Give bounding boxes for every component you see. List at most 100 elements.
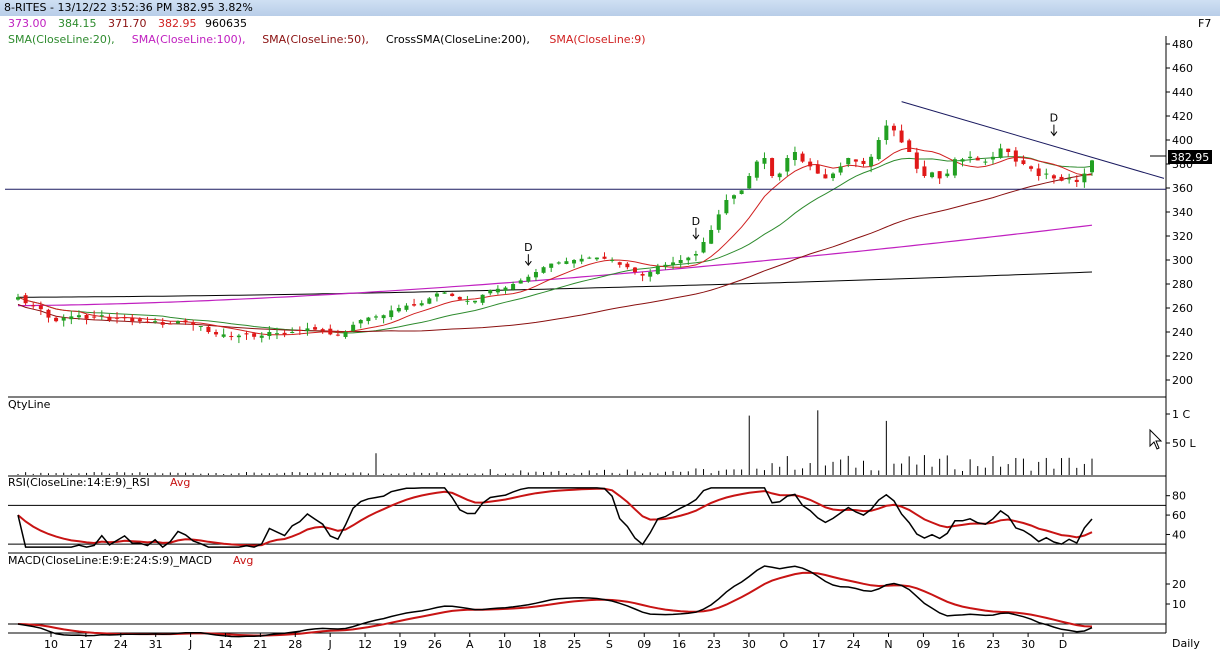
x-tick-label: 18 xyxy=(533,638,547,651)
x-tick-label: 28 xyxy=(288,638,302,651)
candle-body xyxy=(297,329,302,331)
x-tick-label: 23 xyxy=(707,638,721,651)
candle-body xyxy=(770,158,775,176)
candle-body xyxy=(648,272,653,277)
x-tick-label: J xyxy=(328,638,332,651)
candle-body xyxy=(930,172,935,178)
rsi-avg-label: Avg xyxy=(170,476,190,489)
candle-body xyxy=(198,326,203,327)
x-tick-label: 30 xyxy=(1021,638,1035,651)
candle-body xyxy=(31,305,36,307)
candle-body xyxy=(358,320,363,324)
x-tick-label: 23 xyxy=(986,638,1000,651)
candle-body xyxy=(389,310,394,318)
candle-body xyxy=(876,140,881,160)
x-tick-label: 09 xyxy=(637,638,651,651)
candle-body xyxy=(678,260,683,264)
qty-tick-label: 1 C xyxy=(1172,408,1190,421)
candle-body xyxy=(236,335,241,338)
dividend-marker: D xyxy=(524,241,532,254)
candle-body xyxy=(937,171,942,179)
candle-body xyxy=(404,305,409,310)
candle xyxy=(754,160,759,181)
candle-body xyxy=(914,152,919,169)
candle-body xyxy=(556,262,561,264)
candle-body xyxy=(495,288,500,293)
price-tick-label: 420 xyxy=(1172,110,1193,123)
candle-body xyxy=(244,333,249,335)
candle-body xyxy=(686,257,691,261)
candle-body xyxy=(526,276,531,282)
candle-body xyxy=(884,125,889,141)
candle-body xyxy=(1013,150,1018,162)
candle-body xyxy=(640,273,645,276)
candle-body xyxy=(320,329,325,331)
candle-body xyxy=(130,317,135,322)
price-tick-label: 460 xyxy=(1172,62,1193,75)
x-tick-label: 26 xyxy=(428,638,442,651)
candle-body xyxy=(366,317,371,322)
dividend-marker: D xyxy=(1050,112,1058,125)
candle-body xyxy=(907,140,912,152)
candle-body xyxy=(374,316,378,318)
x-tick-label: 24 xyxy=(114,638,128,651)
candle-body xyxy=(602,256,607,259)
x-tick-label: A xyxy=(466,638,474,651)
candle-body xyxy=(549,263,554,268)
candle-body xyxy=(457,296,462,300)
candle-body xyxy=(99,315,104,317)
x-tick-label: 31 xyxy=(149,638,163,651)
x-tick-label: 16 xyxy=(951,638,965,651)
indicator-label: SMA(CloseLine:9) xyxy=(549,33,645,46)
x-tick-label: 17 xyxy=(79,638,93,651)
x-tick-label: 25 xyxy=(567,638,581,651)
x-tick-label: S xyxy=(606,638,613,651)
candle-body xyxy=(137,319,142,322)
x-tick-label: 30 xyxy=(742,638,756,651)
x-tick-label: 10 xyxy=(498,638,512,651)
candle-body xyxy=(214,332,219,335)
rsi-tick-label: 40 xyxy=(1172,528,1186,541)
qty-tick-label: 50 L xyxy=(1172,437,1196,450)
candle-body xyxy=(632,267,637,272)
rsi-tick-label: 80 xyxy=(1172,490,1186,503)
candle-body xyxy=(518,280,523,284)
candle-body xyxy=(23,295,28,304)
ohlc-volume: 960635 xyxy=(205,17,247,30)
candle-body xyxy=(115,317,120,319)
price-tick-label: 200 xyxy=(1172,374,1193,387)
price-tick-label: 280 xyxy=(1172,278,1193,291)
stock-chart[interactable]: 373.00 384.15 371.70 382.95 960635 F7 SM… xyxy=(0,16,1220,658)
price-tick-label: 240 xyxy=(1172,326,1193,339)
price-tick-label: 220 xyxy=(1172,350,1193,363)
candle-body xyxy=(335,334,340,336)
candle-body xyxy=(747,176,752,189)
candle-body xyxy=(450,293,455,296)
candle-body xyxy=(579,258,584,262)
price-tick-label: 400 xyxy=(1172,134,1193,147)
candle-body xyxy=(564,261,569,264)
candle-body xyxy=(1051,175,1056,179)
candle-body xyxy=(594,257,599,260)
candle-body xyxy=(1074,179,1079,182)
candle-body xyxy=(427,298,432,304)
candle-body xyxy=(541,267,546,273)
candle-body xyxy=(503,287,508,291)
candle-body xyxy=(1036,168,1041,176)
candle-body xyxy=(434,293,439,297)
candle-body xyxy=(343,332,348,337)
candle-body xyxy=(396,308,401,312)
candle-body xyxy=(716,214,721,230)
x-tick-label: 17 xyxy=(812,638,826,651)
candle-body xyxy=(785,158,790,172)
macd-tick-label: 20 xyxy=(1172,578,1186,591)
candle-body xyxy=(709,230,714,244)
candle-body xyxy=(617,262,622,265)
candle-body xyxy=(46,309,51,318)
qty-panel-title: QtyLine xyxy=(8,398,51,411)
candle-body xyxy=(107,316,112,320)
candle-body xyxy=(274,333,279,335)
rsi-tick-label: 60 xyxy=(1172,509,1186,522)
candle-body xyxy=(267,332,272,336)
candle-body xyxy=(175,321,180,324)
